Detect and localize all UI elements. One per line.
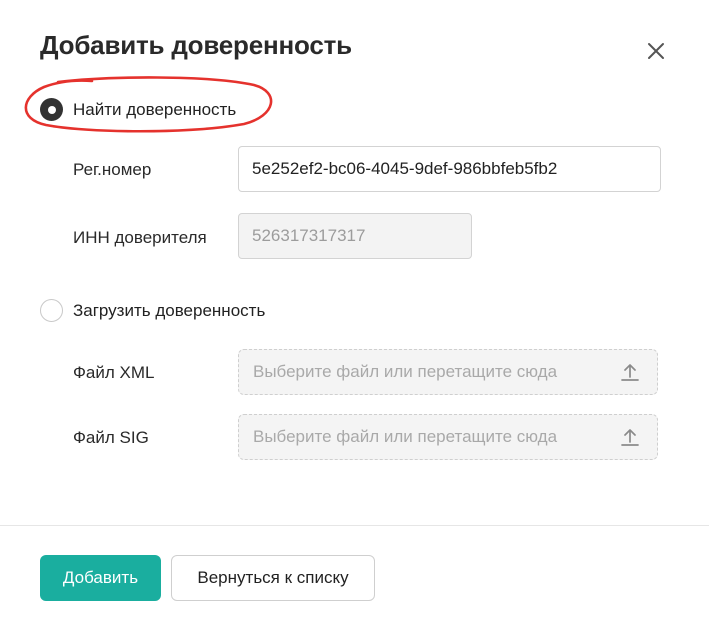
radio-unchecked-icon[interactable] — [40, 299, 63, 322]
radio-checked-icon[interactable] — [40, 98, 63, 121]
add-button[interactable]: Добавить — [40, 555, 161, 601]
xml-file-label: Файл XML — [73, 363, 155, 382]
radio-upload-label: Загрузить доверенность — [73, 300, 266, 320]
close-icon — [648, 43, 664, 59]
add-power-of-attorney-dialog: Добавить доверенность Найти доверенность… — [0, 0, 709, 635]
xml-file-placeholder: Выберите файл или перетащите сюда — [253, 362, 558, 381]
radio-find-attorney[interactable]: Найти доверенность — [40, 98, 236, 121]
upload-icon[interactable] — [619, 361, 641, 383]
sig-file-label: Файл SIG — [73, 428, 149, 447]
radio-upload-attorney[interactable]: Загрузить доверенность — [40, 299, 265, 322]
inn-input — [238, 213, 472, 259]
xml-file-dropzone[interactable]: Выберите файл или перетащите сюда — [238, 349, 658, 395]
sig-file-placeholder: Выберите файл или перетащите сюда — [253, 427, 558, 446]
inn-label: ИНН доверителя — [73, 228, 207, 247]
close-button[interactable] — [641, 36, 671, 66]
footer-divider — [0, 525, 709, 526]
dialog-title: Добавить доверенность — [40, 30, 352, 60]
sig-file-dropzone[interactable]: Выберите файл или перетащите сюда — [238, 414, 658, 460]
upload-icon[interactable] — [619, 426, 641, 448]
back-to-list-button[interactable]: Вернуться к списку — [171, 555, 375, 601]
reg-number-label: Рег.номер — [73, 160, 152, 179]
radio-find-label: Найти доверенность — [73, 99, 237, 119]
reg-number-input[interactable] — [238, 146, 661, 192]
